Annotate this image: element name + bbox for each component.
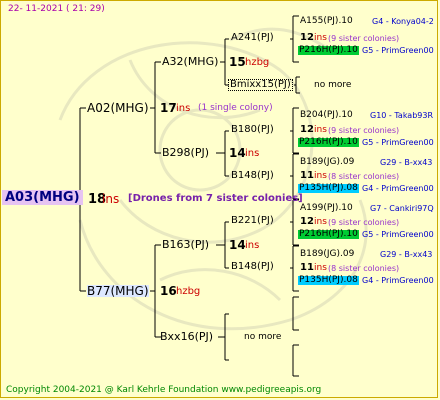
gen4-note: (9 sister colonies) xyxy=(328,34,400,43)
gen4-note: (9 sister colonies) xyxy=(328,218,400,227)
gen4-unit: ins xyxy=(314,263,327,273)
gen2-bxx16-name[interactable]: Bxx16(PJ) xyxy=(160,331,213,342)
gen4-mark[interactable]: P216H(PJ).10 xyxy=(298,230,359,239)
gen4-mark[interactable]: P216H(PJ).10 xyxy=(298,46,359,55)
gen4-mark-tag: G5 - PrimGreen00 xyxy=(362,138,434,147)
gen4-unit: ins xyxy=(314,171,327,181)
gen1-a02-note: (1 single colony) xyxy=(198,103,273,113)
gen2-b298-name[interactable]: B298(PJ) xyxy=(162,147,209,158)
gen1-a02-unit: ins xyxy=(176,103,191,114)
gen4-unit: ins xyxy=(314,217,327,227)
gen4-mark-tag: G5 - PrimGreen00 xyxy=(362,46,434,55)
gen2-b298-num: 14 xyxy=(229,146,246,160)
gen4-id[interactable]: A199(PJ).10 xyxy=(300,204,353,213)
gen4-num: 12 xyxy=(300,32,314,43)
gen4-id[interactable]: B189(JG).09 xyxy=(300,158,354,167)
gen2-a32-unit: hzbg xyxy=(245,57,270,68)
gen4-unit: ins xyxy=(314,33,327,43)
gen3-a241-name[interactable]: A241(PJ) xyxy=(231,33,274,43)
gen4-note: (8 sister colonies) xyxy=(328,172,400,181)
root-drone-note: [Drones from 7 sister colonies] xyxy=(128,193,303,204)
gen4-unit: ins xyxy=(314,125,327,135)
gen4-id[interactable]: B189(JG).09 xyxy=(300,250,354,259)
gen3-b148b-name[interactable]: B148(PJ) xyxy=(231,262,274,272)
gen4-mark-tag: G4 - PrimGreen00 xyxy=(362,184,434,193)
gen3-bmixx15-name[interactable]: Bmixx15(PJ) xyxy=(228,79,293,91)
gen3-bmixx15-no-more: no more xyxy=(314,80,352,90)
gen1-b77-num: 16 xyxy=(160,284,177,298)
gen4-num: 11 xyxy=(300,262,314,273)
report-date: 22- 11-2021 ( 21: 29) xyxy=(8,4,105,14)
gen2-b163-unit: ins xyxy=(245,240,260,251)
gen4-mark-tag: G5 - PrimGreen00 xyxy=(362,230,434,239)
gen4-id[interactable]: A155(PJ).10 xyxy=(300,17,353,26)
gen2-b163-name[interactable]: B163(PJ) xyxy=(162,239,209,250)
gen4-tag: G10 - Takab93R xyxy=(370,111,434,120)
gen2-bxx16-no-more: no more xyxy=(244,332,282,342)
gen4-mark[interactable]: P216H(PJ).10 xyxy=(298,138,359,147)
root-unit: ins xyxy=(102,192,120,206)
root-queen-name[interactable]: A03(MHG) xyxy=(2,190,83,205)
gen4-note: (9 sister colonies) xyxy=(328,126,400,135)
gen4-id[interactable]: B204(PJ).10 xyxy=(300,111,353,120)
copyright-footer[interactable]: Copyright 2004-2021 @ Karl Kehrle Founda… xyxy=(6,386,321,395)
gen4-tag: G7 - Cankiri97Q xyxy=(370,204,434,213)
gen2-a32-num: 15 xyxy=(229,55,246,69)
gen4-num: 12 xyxy=(300,216,314,227)
gen2-a32-name[interactable]: A32(MHG) xyxy=(162,56,218,67)
gen3-b221-name[interactable]: B221(PJ) xyxy=(231,216,274,226)
gen3-b148a-name[interactable]: B148(PJ) xyxy=(231,171,274,181)
gen4-mark[interactable]: P135H(PJ).08 xyxy=(298,276,359,285)
gen2-b163-num: 14 xyxy=(229,238,246,252)
gen4-mark-tag: G4 - PrimGreen00 xyxy=(362,276,434,285)
gen4-mark[interactable]: P135H(PJ).08 xyxy=(298,184,359,193)
gen4-num: 12 xyxy=(300,124,314,135)
gen4-tag: G29 - B-xx43 xyxy=(380,158,433,167)
gen1-a02-name[interactable]: A02(MHG) xyxy=(87,102,149,114)
gen4-tag: G4 - Konya04-2 xyxy=(372,17,434,26)
gen4-note: (8 sister colonies) xyxy=(328,264,400,273)
gen1-a02-num: 17 xyxy=(160,101,177,115)
gen1-b77-unit: hzbg xyxy=(176,286,201,297)
gen4-num: 11 xyxy=(300,170,314,181)
gen3-b180-name[interactable]: B180(PJ) xyxy=(231,125,274,135)
gen4-tag: G29 - B-xx43 xyxy=(380,250,433,259)
gen2-b298-unit: ins xyxy=(245,148,260,159)
gen1-b77-name[interactable]: B77(MHG) xyxy=(87,285,149,297)
